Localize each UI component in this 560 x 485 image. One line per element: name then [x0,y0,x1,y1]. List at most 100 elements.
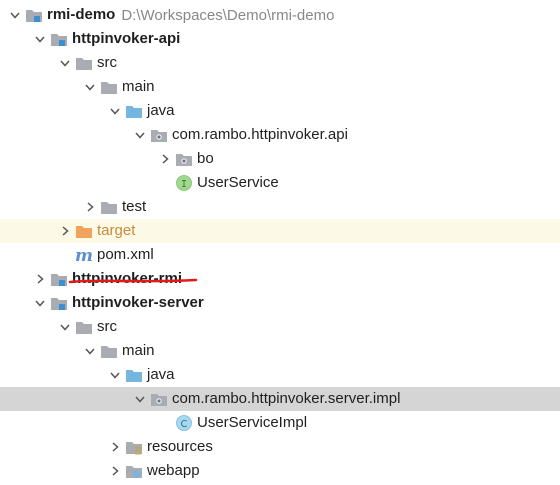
tree-label-wrap: target [97,219,135,243]
tree-label-wrap: UserService [197,171,279,195]
tree-label-wrap: main [122,75,155,99]
tree-row[interactable]: src [0,315,560,339]
tree-label-wrap: main [122,339,155,363]
chevron-down-icon[interactable] [107,363,123,387]
svg-text:C: C [181,419,188,430]
tree-item-label: rmi-demo [47,6,116,23]
red-strike-mark [68,278,198,284]
tree-label-wrap: pom.xml [97,243,154,267]
source-folder-icon [125,366,143,384]
chevron-right-icon[interactable] [157,147,173,171]
tree-row[interactable]: java [0,99,560,123]
resources-folder-icon [125,438,143,456]
tree-row[interactable]: main [0,339,560,363]
folder-icon [100,342,118,360]
module-folder-icon [50,270,68,288]
tree-item-label: com.rambo.httpinvoker.api [172,126,348,143]
tree-item-label: UserService [197,174,279,191]
interface-icon: I [175,174,193,192]
tree-item-label: src [97,318,117,335]
excluded-folder-icon [75,222,93,240]
tree-label-wrap: rmi-demo [47,3,115,27]
tree-item-label: test [122,198,147,215]
chevron-down-icon[interactable] [132,387,148,411]
tree-label-wrap: webapp [147,459,200,483]
tree-row[interactable]: target [0,219,560,243]
tree-item-label: httpinvoker-server [72,294,204,311]
tree-row[interactable]: java [0,363,560,387]
folder-icon [75,54,93,72]
tree-row[interactable]: test [0,195,560,219]
chevron-down-icon[interactable] [32,291,48,315]
folder-icon [100,78,118,96]
chevron-right-icon[interactable] [107,435,123,459]
tree-item-label: src [97,54,117,71]
project-tree: rmi-demo D:\Workspaces\Demo\rmi-demo httpi… [0,0,560,485]
package-icon [150,126,168,144]
maven-icon: m [75,246,93,264]
source-folder-icon [125,102,143,120]
tree-label-wrap: com.rambo.httpinvoker.api [172,123,348,147]
svg-text:I: I [181,179,187,190]
tree-item-label: com.rambo.httpinvoker.server.impl [172,390,401,407]
chevron-down-icon[interactable] [82,75,98,99]
tree-item-label: java [147,102,175,119]
tree-item-label: resources [147,438,213,455]
tree-item-label: main [122,78,155,95]
tree-row[interactable]: com.rambo.httpinvoker.server.impl [0,387,560,411]
tree-row[interactable]: C UserServiceImpl [0,411,560,435]
folder-icon [75,318,93,336]
tree-item-label: UserServiceImpl [197,414,308,431]
tree-row[interactable]: bo [0,147,560,171]
tree-row[interactable]: src [0,51,560,75]
chevron-down-icon[interactable] [82,339,98,363]
package-icon [150,390,168,408]
tree-item-label: pom.xml [97,246,154,263]
tree-item-label: webapp [147,462,200,479]
tree-label-wrap: test [122,195,146,219]
tree-row[interactable]: resources [0,435,560,459]
chevron-down-icon[interactable] [7,3,23,27]
chevron-down-icon[interactable] [32,27,48,51]
tree-label-wrap: java [147,99,175,123]
chevron-down-icon[interactable] [132,123,148,147]
web-folder-icon [125,462,143,480]
tree-label-wrap: java [147,363,175,387]
tree-row[interactable]: I UserService [0,171,560,195]
tree-row[interactable]: httpinvoker-rmi [0,267,560,291]
tree-label-wrap: httpinvoker-api [72,27,180,51]
tree-row[interactable]: m pom.xml [0,243,560,267]
tree-row[interactable]: httpinvoker-api [0,27,560,51]
tree-item-label: bo [197,150,214,167]
chevron-down-icon[interactable] [57,51,73,75]
tree-label-wrap: httpinvoker-rmi [68,267,198,291]
tree-item-label: main [122,342,155,359]
package-icon [175,150,193,168]
chevron-down-icon[interactable] [57,315,73,339]
chevron-down-icon[interactable] [107,99,123,123]
tree-label-wrap: bo [197,147,214,171]
class-icon: C [175,414,193,432]
tree-label-wrap: com.rambo.httpinvoker.server.impl [172,387,400,411]
tree-item-label: target [97,222,136,239]
chevron-right-icon[interactable] [107,459,123,483]
tree-label-wrap: UserServiceImpl [197,411,307,435]
tree-item-label: java [147,366,175,383]
chevron-right-icon[interactable] [32,267,48,291]
folder-icon [100,198,118,216]
tree-item-label: httpinvoker-api [72,30,181,47]
svg-text:m: m [75,246,93,264]
tree-row[interactable]: httpinvoker-server [0,291,560,315]
module-folder-icon [50,30,68,48]
chevron-right-icon[interactable] [82,195,98,219]
tree-row[interactable]: main [0,75,560,99]
chevron-right-icon[interactable] [57,219,73,243]
tree-row[interactable]: com.rambo.httpinvoker.api [0,123,560,147]
tree-row[interactable]: webapp [0,459,560,483]
tree-label-wrap: src [97,51,117,75]
tree-row[interactable]: rmi-demo D:\Workspaces\Demo\rmi-demo [0,3,560,27]
module-folder-icon [25,6,43,24]
